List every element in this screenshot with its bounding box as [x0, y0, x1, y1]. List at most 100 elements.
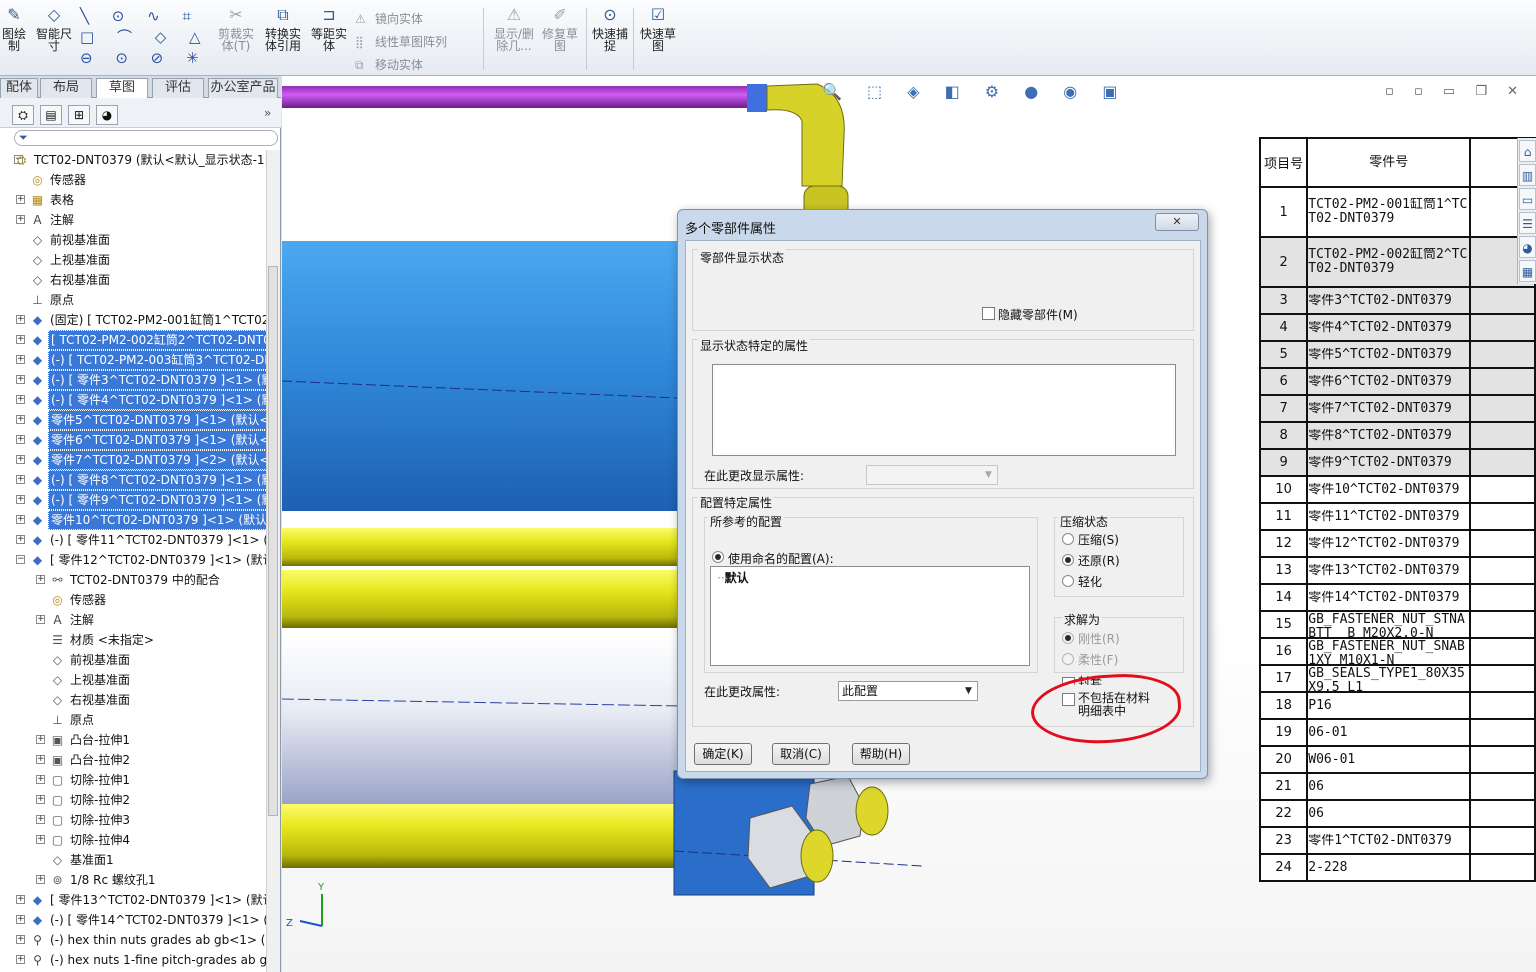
config-item[interactable]: ··默认 [717, 569, 749, 586]
sketch-entity-icons[interactable]: ╲ ⊙ ∿ ⌗ □ ⌒ ◇ △ ⊖ ⊙ ⊘ ✳ [80, 6, 220, 70]
tree-item[interactable]: ◎ 传感器 [0, 170, 266, 190]
bom-row[interactable]: 6 零件6^TCT02-DNT0379 [1258, 367, 1536, 396]
tree-item[interactable]: + ◆ (-) [ 零件4^TCT02-DNT0379 ]<1> (默 [0, 390, 266, 410]
window-controls[interactable]: ▫ ▫ ▭ ❐ ✕ [1385, 84, 1526, 99]
property-manager-tab-icon[interactable]: ▤ [40, 105, 62, 125]
tree-item[interactable]: + ◆ 零件10^TCT02-DNT0379 ]<1> (默认 [0, 510, 266, 530]
panel-expand-icon[interactable]: » [264, 106, 271, 120]
display-delete-button[interactable]: ⚠ 显示/删 除几... [490, 6, 538, 53]
mirror-entities-button[interactable]: ⚠ 镜向实体 [355, 10, 423, 27]
feature-tree-tab-icon[interactable]: ⛭ [12, 105, 34, 125]
bom-row[interactable]: 1 TCT02-PM2-001缸筒1^TCT02-DNT0379 [1258, 186, 1536, 238]
file-explorer-icon[interactable]: ▭ [1519, 188, 1536, 210]
expand-icon[interactable]: + [36, 795, 45, 804]
custom-properties-icon[interactable]: ▦ [1519, 260, 1536, 282]
expand-icon[interactable]: + [36, 875, 45, 884]
bom-row[interactable]: 8 零件8^TCT02-DNT0379 [1258, 421, 1536, 450]
tree-item[interactable]: ◇ 上视基准面 [0, 250, 266, 270]
change-display-select[interactable]: ▼ [866, 465, 998, 485]
tree-item[interactable]: + ◆ 零件7^TCT02-DNT0379 ]<2> (默认< [0, 450, 266, 470]
bom-row[interactable]: 3 零件3^TCT02-DNT0379 [1258, 286, 1536, 315]
tree-item[interactable]: + ⚲ (-) hex thin nuts grades ab gb<1> ( [0, 930, 266, 950]
tab-assembly[interactable]: 配体 [0, 78, 38, 98]
tree-item[interactable]: + ▦ 表格 [0, 190, 266, 210]
tree-item[interactable]: + ◆ (-) [ 零件11^TCT02-DNT0379 ]<1> ( [0, 530, 266, 550]
expand-icon[interactable]: + [16, 355, 25, 364]
tree-item[interactable]: + ▢ 切除-拉伸1 [0, 770, 266, 790]
bom-row[interactable]: 4 零件4^TCT02-DNT0379 [1258, 313, 1536, 342]
expand-icon[interactable]: + [16, 495, 25, 504]
expand-icon[interactable]: + [16, 395, 25, 404]
tree-item[interactable]: + ◆ [ 零件13^TCT02-DNT0379 ]<1> (默认 [0, 890, 266, 910]
tree-filter[interactable]: ⏷ [14, 130, 278, 146]
bom-row[interactable]: 23 零件1^TCT02-DNT0379 [1258, 826, 1536, 855]
lightweight-radio[interactable] [1062, 575, 1074, 587]
suppressed-radio[interactable] [1062, 533, 1074, 545]
trim-button[interactable]: ✂ 剪裁实 体(T) [218, 6, 254, 53]
bom-row[interactable]: 13 零件13^TCT02-DNT0379 [1258, 556, 1536, 585]
tab-evaluate[interactable]: 评估 [152, 78, 204, 98]
rapid-sketch-button[interactable]: ☑ 快速草图 [638, 6, 678, 53]
flexible-radio[interactable] [1062, 653, 1074, 665]
tree-item[interactable]: + ◆ [ TCT02-PM2-002缸筒2^TCT02-DNT0 [0, 330, 266, 350]
bom-row[interactable]: 15 GB_FASTENER_NUT_STNABTT__B_M20X2.0-N [1258, 610, 1536, 639]
tree-item[interactable]: + ▣ 凸台-拉伸1 [0, 730, 266, 750]
rigid-radio[interactable] [1062, 632, 1074, 644]
appearance-icon[interactable]: ◕ [1519, 236, 1536, 258]
linear-pattern-button[interactable]: ⣿ 线性草图阵列 [355, 33, 447, 50]
tree-item[interactable]: + ◆ 零件6^TCT02-DNT0379 ]<1> (默认< [0, 430, 266, 450]
tree-item[interactable]: ◇ 前视基准面 [0, 230, 266, 250]
bom-row[interactable]: 7 零件7^TCT02-DNT0379 [1258, 394, 1536, 423]
tree-item[interactable]: ◇ 右视基准面 [0, 690, 266, 710]
home-icon[interactable]: ⌂ [1519, 140, 1536, 162]
ok-button[interactable]: 确定(K) [694, 743, 752, 765]
resolved-radio[interactable] [1062, 554, 1074, 566]
bom-row[interactable]: 19 06-01 [1258, 718, 1536, 747]
heads-up-view-toolbar[interactable]: 🔍 ⬚ ◈ ◧ ⚙ ● ◉ ▣ [822, 82, 1127, 106]
tree-item[interactable]: + ▢ 切除-拉伸4 [0, 830, 266, 850]
tree-item[interactable]: + ◆ (-) [ 零件9^TCT02-DNT0379 ]<1> (默 [0, 490, 266, 510]
tree-item[interactable]: ◇ 右视基准面 [0, 270, 266, 290]
tree-item[interactable]: + ◆ (-) [ 零件8^TCT02-DNT0379 ]<1> (默 [0, 470, 266, 490]
tree-item[interactable]: + A 注解 [0, 610, 266, 630]
hide-component-checkbox[interactable] [982, 307, 995, 320]
bom-row[interactable]: 2 TCT02-PM2-002缸筒2^TCT02-DNT0379 [1258, 236, 1536, 288]
expand-icon[interactable]: + [16, 415, 25, 424]
tree-item[interactable]: + ⚲ (-) hex nuts 1-fine pitch-grades ab gl [0, 950, 266, 970]
bom-row[interactable]: 22 06 [1258, 799, 1536, 828]
expand-icon[interactable]: + [36, 815, 45, 824]
expand-icon[interactable]: + [16, 935, 25, 944]
expand-icon[interactable]: + [36, 775, 45, 784]
close-button[interactable]: ✕ [1155, 213, 1199, 231]
tree-item[interactable]: + ▢ 切除-拉伸3 [0, 810, 266, 830]
tree-item[interactable]: ◎ 传感器 [0, 590, 266, 610]
tree-item[interactable]: ◇ 上视基准面 [0, 670, 266, 690]
bom-row[interactable]: 10 零件10^TCT02-DNT0379 [1258, 475, 1536, 504]
tree-item[interactable]: + ◆ (固定) [ TCT02-PM2-001缸筒1^TCT02 [0, 310, 266, 330]
tree-item[interactable]: + ◆ (-) [ 零件14^TCT02-DNT0379 ]<1> ( [0, 910, 266, 930]
tree-item[interactable]: + ▢ 切除-拉伸2 [0, 790, 266, 810]
expand-icon[interactable]: + [16, 435, 25, 444]
tree-item[interactable]: + ◆ (-) [ 零件3^TCT02-DNT0379 ]<1> (默 [0, 370, 266, 390]
use-named-config-radio[interactable] [712, 551, 724, 563]
quick-snap-button[interactable]: ⊙ 快速捕捉 [590, 6, 630, 53]
design-library-icon[interactable]: ▥ [1519, 164, 1536, 186]
expand-icon[interactable]: + [16, 535, 25, 544]
collapse-icon[interactable]: − [16, 555, 25, 564]
cancel-button[interactable]: 取消(C) [772, 743, 830, 765]
tab-sketch[interactable]: 草图 [96, 78, 148, 99]
named-config-list[interactable]: ··默认 [710, 566, 1030, 666]
expand-icon[interactable]: + [16, 895, 25, 904]
configuration-manager-tab-icon[interactable]: ⊞ [68, 105, 90, 125]
bom-row[interactable]: 11 零件11^TCT02-DNT0379 [1258, 502, 1536, 531]
expand-icon[interactable]: + [16, 915, 25, 924]
convert-button[interactable]: ⧉ 转换实 体引用 [262, 6, 304, 53]
display-props-list[interactable] [712, 364, 1176, 456]
help-button[interactable]: 帮助(H) [852, 743, 910, 765]
expand-icon[interactable]: + [36, 615, 45, 624]
display-manager-tab-icon[interactable]: ◕ [96, 105, 118, 125]
expand-icon[interactable]: + [16, 195, 25, 204]
offset-button[interactable]: ⊐ 等距实体 [308, 6, 350, 53]
change-props-select[interactable]: 此配置 ▼ [838, 681, 978, 701]
bom-row[interactable]: 17 GB_SEALS_TYPE1_80X35X9.5_L1 [1258, 664, 1536, 693]
